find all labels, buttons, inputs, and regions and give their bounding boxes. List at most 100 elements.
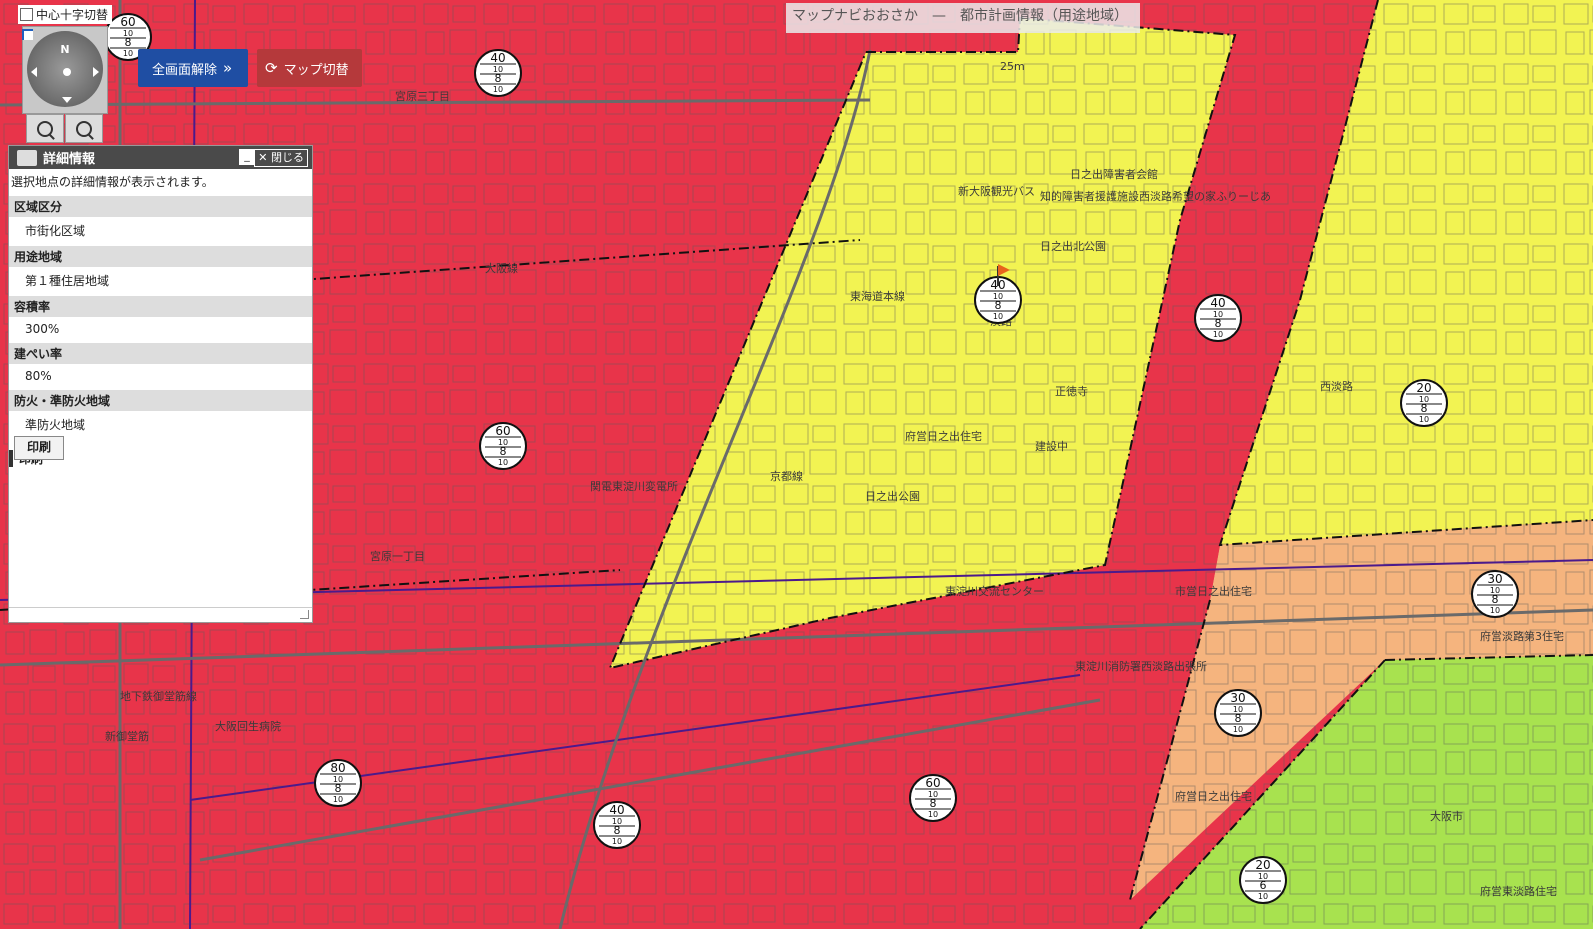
map-label: 日之出障害者会館 [1070, 167, 1158, 181]
compass-center-button[interactable] [63, 68, 71, 76]
zone-marker[interactable]: 4010810 [474, 49, 522, 97]
zone-marker-value: 10 [928, 810, 938, 819]
map-label: 建設中 [1035, 439, 1068, 453]
zone-marker-value: 60 [495, 424, 510, 438]
zone-marker[interactable]: 3010810 [1214, 689, 1262, 737]
map-label: 府営日之出住宅 [1175, 789, 1252, 803]
field-label: 建ぺい率 [9, 343, 312, 364]
zone-marker-value: 8 [500, 445, 507, 458]
pan-right-icon[interactable] [93, 67, 99, 77]
divider [9, 607, 312, 608]
zoom-out-button[interactable] [65, 114, 103, 143]
map-label: 宮原三丁目 [395, 89, 450, 103]
field-value: 準防火地域 [25, 418, 86, 432]
map-label: 関電東淀川変電所 [590, 479, 678, 493]
zone-marker-value: 10 [993, 312, 1003, 321]
panel-header[interactable]: 詳細情報 _ ✕ 閉じる [9, 146, 312, 169]
panel-description: 選択地点の詳細情報が表示されます。 [11, 175, 214, 189]
close-button[interactable]: ✕ 閉じる [254, 149, 308, 167]
fullscreen-toggle-button[interactable]: 全画面解除 » [138, 49, 248, 87]
resize-grip-icon[interactable] [300, 610, 309, 619]
center-cross-label: 中心十字切替 [36, 8, 109, 22]
zone-marker[interactable]: 8010810 [314, 759, 362, 807]
zone-marker-value: 6 [1260, 879, 1267, 892]
zone-marker[interactable]: 3010810 [1471, 570, 1519, 618]
pan-compass[interactable]: N [22, 26, 108, 114]
zone-marker[interactable]: 2010810 [1400, 379, 1448, 427]
zone-marker[interactable]: 6010810 [909, 774, 957, 822]
detail-panel: 詳細情報 _ ✕ 閉じる 選択地点の詳細情報が表示されます。 区域区分 市街化区… [8, 145, 313, 623]
zone-marker-value: 10 [1258, 892, 1268, 901]
field-value: 80% [25, 369, 52, 383]
fullscreen-label: 全画面解除 [152, 62, 218, 78]
map-label: 日之出公園 [865, 489, 920, 503]
pan-down-icon[interactable] [62, 97, 72, 103]
map-label: 東淀川交流センター [945, 584, 1044, 598]
map-label: 府営日之出住宅 [905, 429, 982, 443]
zone-marker[interactable]: 6010810 [479, 422, 527, 470]
map-label: 西淡路 [1320, 380, 1353, 393]
map-label: 日之出北公園 [1040, 239, 1106, 253]
zone-marker-value: 10 [498, 458, 508, 467]
zone-marker-value: 8 [1215, 317, 1222, 330]
map-label: 大阪回生病院 [215, 719, 281, 733]
compass-dial[interactable]: N [27, 31, 103, 107]
map-label: 府営東淡路住宅 [1480, 884, 1557, 898]
zone-marker-value: 10 [1490, 606, 1500, 615]
zone-marker-value: 40 [609, 803, 624, 817]
zoom-in-icon [37, 120, 53, 137]
zone-marker-value: 10 [1419, 415, 1429, 424]
zone-marker-value: 8 [930, 797, 937, 810]
pan-left-icon[interactable] [31, 67, 37, 77]
double-chevron-right-icon: » [223, 59, 233, 77]
zone-marker-value: 30 [1230, 691, 1245, 705]
checkbox[interactable] [20, 8, 33, 21]
center-cross-toggle[interactable]: 中心十字切替 [18, 5, 113, 24]
map-label: 大阪市 [1430, 809, 1463, 823]
map-switch-button[interactable]: ⟳ マップ切替 [257, 49, 362, 87]
map-label: 地下鉄御堂筋線 [120, 689, 197, 703]
map-label: 東海道本線 [850, 289, 905, 303]
zone-marker[interactable]: 4010810 [593, 801, 641, 849]
zone-marker-value: 8 [125, 36, 132, 49]
zone-marker-value: 10 [333, 795, 343, 804]
map-label: 正徳寺 [1055, 385, 1088, 398]
zone-marker-value: 10 [493, 85, 503, 94]
field-value: 300% [25, 322, 60, 336]
zone-marker-value: 20 [1255, 858, 1270, 872]
minimize-button[interactable]: _ [239, 149, 255, 165]
map-label: 京都線 [770, 469, 803, 483]
map-label: 新御堂筋 [105, 729, 149, 743]
compass-north-label: N [60, 43, 70, 56]
zone-marker-value: 8 [1421, 402, 1428, 415]
page-title: マップナビおおさか — 都市計画情報（用途地域） [786, 3, 1140, 33]
field-value: 市街化区域 [25, 224, 86, 238]
zone-marker[interactable]: 2010610 [1239, 856, 1287, 904]
map-label: 東淀川消防署西淡路出張所 [1075, 659, 1207, 673]
zone-marker-value: 30 [1487, 572, 1502, 586]
map-label: 大阪線 [485, 261, 518, 275]
zoom-in-button[interactable] [26, 114, 64, 143]
zone-marker-value: 8 [1492, 593, 1499, 606]
zone-marker-value: 10 [123, 49, 133, 58]
zone-marker-value: 60 [925, 776, 940, 790]
map-icon [17, 149, 37, 166]
field-label: 区域区分 [9, 196, 312, 217]
field-label: 容積率 [9, 296, 312, 317]
zone-marker-value: 8 [614, 824, 621, 837]
zone-marker-value: 40 [490, 51, 505, 65]
zone-marker[interactable]: 4010810 [1194, 294, 1242, 342]
zoom-out-icon [76, 120, 92, 137]
map-label: 25m [1000, 60, 1025, 73]
map-label: 知的障害者援護施設西淡路希望の家ふりーじあ [1040, 189, 1271, 203]
zone-marker-value: 8 [495, 72, 502, 85]
field-label: 防火・準防火地域 [9, 390, 312, 411]
zone-marker-value: 80 [330, 761, 345, 775]
zone-marker-value: 40 [1210, 296, 1225, 310]
map-label: 市営日之出住宅 [1175, 584, 1252, 598]
expand-corner-icon[interactable] [22, 29, 33, 40]
print-button[interactable]: 印刷 [14, 436, 64, 460]
zone-marker-value: 8 [1235, 712, 1242, 725]
panel-title: 詳細情報 [43, 152, 96, 167]
field-value: 第１種住居地域 [25, 274, 110, 288]
